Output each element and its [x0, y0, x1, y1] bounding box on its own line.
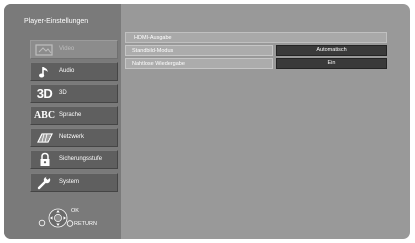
sidebar-item-3d[interactable]: 3D 3D: [30, 84, 118, 104]
setting-label: Standbild-Modus: [132, 48, 174, 54]
language-icon: ABC: [33, 110, 56, 122]
page-title: Player-Einstellungen: [24, 18, 89, 25]
network-icon: [31, 129, 58, 146]
3d-icon: 3D: [36, 86, 53, 102]
sidebar-item-label: Audio: [59, 68, 75, 75]
setting-row-standbild[interactable]: Standbild-Modus Automatisch: [125, 45, 387, 56]
sidebar-menu: Video Audio 3D 3D ABC Sprache Netzwerk S…: [30, 40, 118, 195]
section-header-label: HDMI-Ausgabe: [134, 35, 172, 41]
sidebar-item-sicherungsstufe[interactable]: Sicherungsstufe: [30, 150, 118, 170]
sidebar-item-label: Video: [59, 46, 75, 52]
sidebar-item-label: Sprache: [59, 112, 82, 119]
sidebar-item-video[interactable]: Video: [30, 40, 118, 59]
lock-icon: [31, 151, 58, 168]
sidebar-item-sprache[interactable]: ABC Sprache: [30, 106, 118, 126]
sidebar-item-audio[interactable]: Audio: [30, 62, 118, 82]
setting-row-nahtlose[interactable]: Nahtlose Wiedergabe Ein: [125, 58, 387, 69]
sidebar: Player-Einstellungen Video Audio 3D 3D A…: [4, 4, 121, 239]
sidebar-item-label: Netzwerk: [59, 134, 85, 141]
setting-value: Automatisch: [316, 47, 347, 53]
wrench-icon: [31, 174, 58, 191]
setting-label-cell: Standbild-Modus: [125, 45, 273, 56]
sidebar-item-netzwerk[interactable]: Netzwerk: [30, 128, 118, 148]
sidebar-item-label: 3D: [59, 90, 67, 97]
setting-label: Nahtlose Wiedergabe: [132, 61, 185, 67]
setting-value-cell[interactable]: Automatisch: [276, 45, 387, 56]
settings-section-header[interactable]: HDMI-Ausgabe: [125, 32, 387, 43]
settings-screen: Player-Einstellungen Video Audio 3D 3D A…: [4, 4, 410, 239]
setting-value: Ein: [327, 60, 336, 66]
sidebar-item-label: System: [59, 178, 80, 185]
setting-label-cell: Nahtlose Wiedergabe: [125, 58, 273, 69]
sidebar-item-system[interactable]: System: [30, 172, 118, 192]
music-note-icon: [31, 63, 58, 80]
setting-value-cell[interactable]: Ein: [276, 58, 387, 69]
dpad-icon: [38, 208, 74, 228]
sidebar-item-label: Sicherungsstufe: [59, 156, 103, 163]
return-hint: RETURN: [74, 221, 97, 227]
video-icon: [31, 41, 58, 58]
settings-panel: HDMI-Ausgabe Standbild-Modus Automatisch…: [125, 32, 387, 71]
ok-hint: OK: [71, 208, 79, 214]
remote-hint: OK RETURN: [32, 204, 102, 234]
